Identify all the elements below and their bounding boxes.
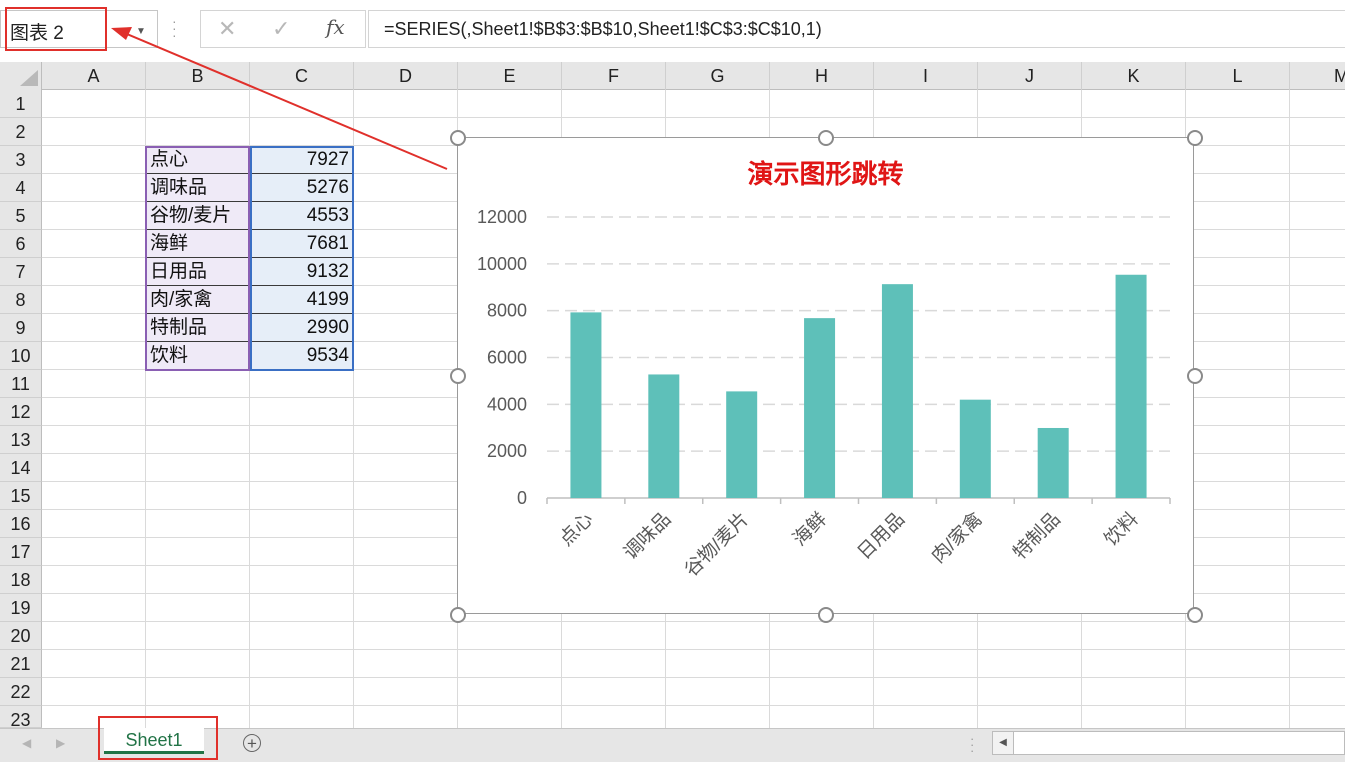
bar-5 bbox=[881, 284, 913, 498]
x-axis-category-label: 点心 bbox=[555, 508, 597, 550]
scroll-left-button[interactable]: ◀ bbox=[992, 731, 1014, 755]
y-axis-tick-label: 10000 bbox=[477, 254, 527, 274]
resize-handle-bottom[interactable] bbox=[818, 607, 834, 623]
x-axis-category-label: 调味品 bbox=[619, 508, 675, 564]
y-axis-tick-label: 12000 bbox=[477, 207, 527, 227]
resize-handle-top-left[interactable] bbox=[450, 130, 466, 146]
bar-6 bbox=[959, 399, 991, 498]
bar-7 bbox=[1037, 427, 1069, 498]
resize-handle-bottom-left[interactable] bbox=[450, 607, 466, 623]
resize-handle-right[interactable] bbox=[1187, 368, 1203, 384]
sheet-scroll-right-icon[interactable]: ▶ bbox=[56, 736, 65, 750]
bar-3 bbox=[726, 391, 758, 498]
sheet-tab-annotation-box bbox=[98, 716, 218, 760]
x-axis-category-label: 肉/家禽 bbox=[927, 508, 987, 568]
bar-2 bbox=[648, 374, 680, 498]
y-axis-tick-label: 2000 bbox=[487, 441, 527, 461]
chart-plot[interactable]: 0 2000 4000 6000 8000 10000 12000 点心 调味品 谷物/麦片 海鲜日… bbox=[457, 137, 1194, 614]
resize-handle-left[interactable] bbox=[450, 368, 466, 384]
horizontal-scrollbar[interactable] bbox=[1014, 731, 1345, 755]
x-axis-category-label: 谷物/麦片 bbox=[680, 508, 753, 581]
bar-8 bbox=[1115, 274, 1147, 498]
annotation-arrow-line bbox=[126, 33, 448, 170]
resize-handle-top-right[interactable] bbox=[1187, 130, 1203, 146]
y-axis-tick-label: 0 bbox=[517, 488, 527, 508]
x-axis-category-label: 日用品 bbox=[854, 509, 909, 564]
x-axis-category-label: 特制品 bbox=[1009, 508, 1065, 564]
annotation-arrow-head bbox=[111, 27, 132, 40]
x-axis-category-label: 饮料 bbox=[1100, 508, 1142, 550]
y-axis-tick-label: 4000 bbox=[487, 394, 527, 414]
resize-handle-bottom-right[interactable] bbox=[1187, 607, 1203, 623]
tab-split-handle-icon[interactable]: · · · bbox=[970, 732, 974, 757]
y-axis-tick-label: 6000 bbox=[487, 348, 527, 368]
y-axis-tick-label: 8000 bbox=[487, 301, 527, 321]
resize-handle-top[interactable] bbox=[818, 130, 834, 146]
add-sheet-icon[interactable]: + bbox=[243, 734, 261, 752]
bar-1 bbox=[570, 312, 602, 498]
x-axis-category-label: 海鲜 bbox=[789, 508, 831, 550]
sheet-scroll-left-icon[interactable]: ◀ bbox=[22, 736, 31, 750]
bar-4 bbox=[804, 318, 836, 498]
